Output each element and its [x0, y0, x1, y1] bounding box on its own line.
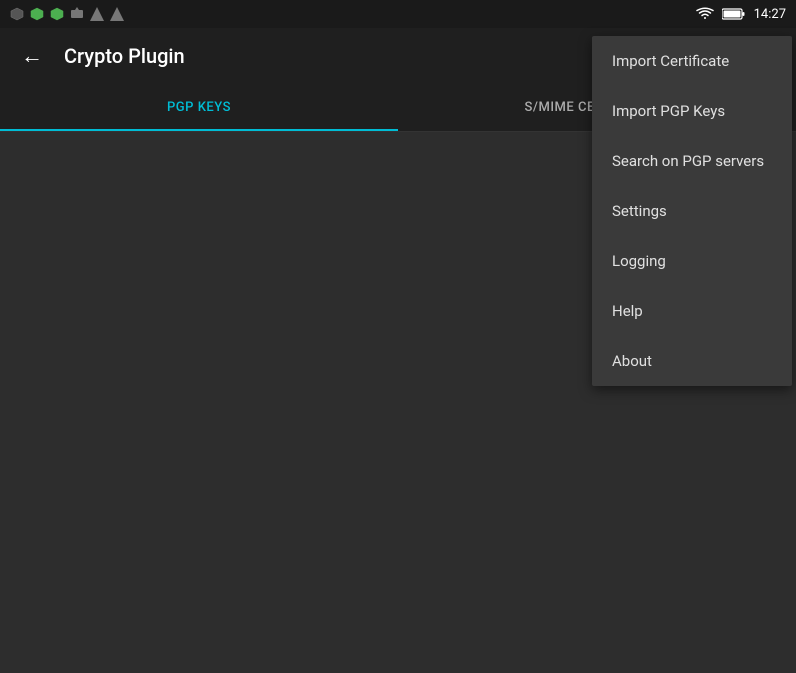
menu-item-settings[interactable]: Settings	[592, 186, 792, 236]
wifi-icon	[696, 7, 714, 21]
menu-item-import-certificate[interactable]: Import Certificate	[592, 36, 792, 86]
notification-icon-6	[110, 7, 124, 21]
menu-item-logging[interactable]: Logging	[592, 236, 792, 286]
notification-icon-5	[90, 7, 104, 21]
back-arrow-icon: ←	[21, 43, 43, 69]
notification-icon-2	[30, 7, 44, 21]
menu-item-search-pgp-servers[interactable]: Search on PGP servers	[592, 136, 792, 186]
time-display: 14:27	[754, 7, 786, 22]
menu-item-import-pgp-keys[interactable]: Import PGP Keys	[592, 86, 792, 136]
dropdown-menu: Import Certificate Import PGP Keys Searc…	[592, 36, 792, 386]
tab-pgp-keys[interactable]: PGP KEYS	[0, 84, 398, 131]
status-bar: 14:27	[0, 0, 796, 28]
status-bar-right-icons: 14:27	[696, 7, 786, 22]
notification-icon-3	[50, 7, 64, 21]
back-button[interactable]: ←	[16, 40, 48, 72]
battery-icon	[722, 8, 746, 20]
notification-icon-1	[10, 7, 24, 21]
menu-item-help[interactable]: Help	[592, 286, 792, 336]
notification-icon-4	[70, 7, 84, 21]
menu-item-about[interactable]: About	[592, 336, 792, 386]
status-bar-left-icons	[10, 7, 124, 21]
